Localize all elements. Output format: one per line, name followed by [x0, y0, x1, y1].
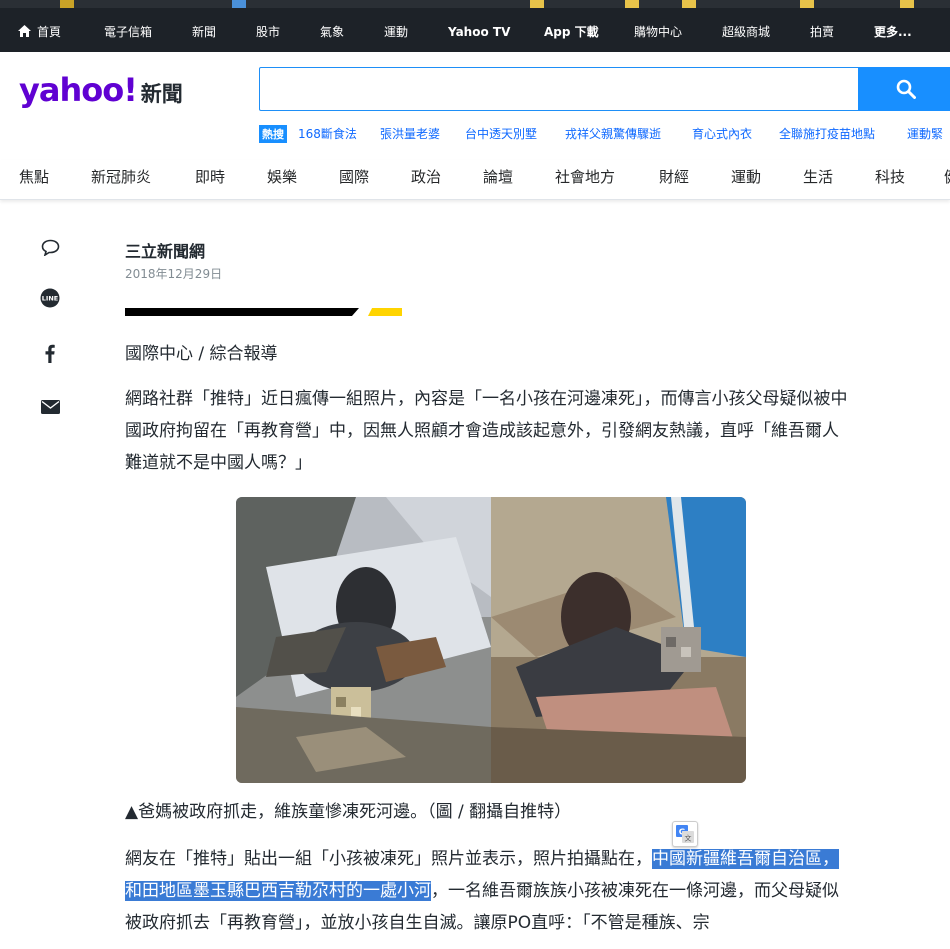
top-navigation-bar: 首頁 電子信箱 新聞 股市 氣象 運動 Yahoo TV App 下載 購物中心… [0, 0, 950, 52]
category-tab[interactable]: 新冠肺炎 [91, 166, 151, 188]
topnav-mall[interactable]: 超級商城 [722, 20, 770, 44]
facebook-icon [45, 344, 55, 363]
category-tab[interactable]: 社會地方 [555, 166, 615, 188]
logo-section: 新聞 [140, 82, 183, 106]
bookmark-icon[interactable] [800, 0, 814, 8]
category-tab[interactable]: 焦點 [19, 166, 49, 188]
bookmark-strip [0, 0, 950, 8]
topnav-auction[interactable]: 拍賣 [810, 20, 834, 44]
yahoo-news-logo[interactable]: yahoo! 新聞 [19, 71, 183, 111]
trending-link[interactable]: 全聯施打疫苗地點 [779, 124, 875, 144]
trending-link[interactable]: 育心式內衣 [692, 124, 752, 144]
category-navigation: 焦點 新冠肺炎 即時 娛樂 國際 政治 論壇 社會地方 財經 運動 生活 科技 … [0, 160, 950, 200]
category-tab[interactable]: 運動 [731, 166, 761, 188]
svg-text:LINE: LINE [42, 295, 58, 303]
article-paragraph: 網路社群「推特」近日瘋傳一組照片，內容是「一名小孩在河邊凍死」，而傳言小孩父母疑… [125, 389, 848, 473]
bookmark-icon[interactable] [682, 0, 696, 8]
topnav-mail[interactable]: 電子信箱 [104, 20, 152, 44]
category-tab[interactable]: 國際 [339, 166, 369, 188]
bookmark-icon[interactable] [625, 0, 639, 8]
article-photo[interactable] [236, 497, 746, 783]
topnav-more[interactable]: 更多... [874, 20, 912, 44]
photo-caption: ▲爸媽被政府抓走，維族童慘凍死河邊。（圖 / 翻攝自推特） [125, 802, 572, 822]
comment-icon [41, 239, 59, 256]
trending-badge: 熱搜 [259, 125, 287, 143]
article-paragraph: 網友在「推特」貼出一組「小孩被凍死」照片並表示，照片拍攝點在，中國新疆維吾爾自治… [125, 843, 850, 939]
divider-accent [368, 308, 402, 316]
trending-searches: 熱搜 168斷食法 張洪量老婆 台中透天別墅 戎祥父親驚傳驟逝 育心式內衣 全聯… [259, 124, 950, 144]
search-input[interactable] [259, 67, 859, 111]
search-icon [896, 79, 916, 99]
category-tab[interactable]: 生活 [803, 166, 833, 188]
mail-icon [40, 400, 60, 414]
category-tab[interactable]: 科技 [875, 166, 905, 188]
category-tab[interactable]: 健 [944, 166, 950, 188]
photo-image [236, 497, 746, 783]
trending-link[interactable]: 台中透天別墅 [465, 124, 537, 144]
mail-share-button[interactable] [40, 397, 60, 417]
home-icon [18, 25, 31, 37]
divider-rule [125, 308, 359, 316]
line-share-button[interactable]: LINE [40, 288, 60, 308]
topnav-news[interactable]: 新聞 [192, 20, 216, 44]
category-tab[interactable]: 論壇 [483, 166, 513, 188]
trending-link[interactable]: 運動緊 [907, 124, 943, 144]
bookmark-icon[interactable] [530, 0, 544, 8]
topnav-shopping[interactable]: 購物中心 [634, 20, 682, 44]
bookmark-icon[interactable] [900, 0, 914, 8]
article-byline: 國際中心 / 綜合報導 [125, 344, 278, 364]
trending-link[interactable]: 戎祥父親驚傳驟逝 [565, 124, 661, 144]
category-tab[interactable]: 娛樂 [267, 166, 297, 188]
line-icon: LINE [40, 288, 60, 308]
facebook-share-button[interactable] [40, 343, 60, 363]
bookmark-icon[interactable] [232, 0, 246, 8]
trending-link[interactable]: 168斷食法 [298, 124, 357, 144]
selected-text[interactable]: 中國新疆維吾爾自治 [652, 849, 805, 869]
bookmark-icon[interactable] [60, 0, 74, 8]
category-tab[interactable]: 政治 [411, 166, 441, 188]
topnav-yahoo-tv[interactable]: Yahoo TV [448, 20, 510, 44]
search-button[interactable] [858, 67, 950, 111]
category-tab[interactable]: 財經 [659, 166, 689, 188]
topnav-sports[interactable]: 運動 [384, 20, 408, 44]
topnav-stocks[interactable]: 股市 [256, 20, 280, 44]
translate-icon: G文 [676, 825, 694, 843]
topnav-home[interactable]: 首頁 [18, 20, 61, 44]
trending-link[interactable]: 張洪量老婆 [380, 124, 440, 144]
topnav-app-download[interactable]: App 下載 [544, 20, 599, 44]
category-tab[interactable]: 即時 [195, 166, 225, 188]
svg-text:文: 文 [685, 834, 692, 843]
article-source[interactable]: 三立新聞網 [125, 238, 205, 262]
article-date: 2018年12月29日 [125, 267, 223, 281]
topnav-weather[interactable]: 氣象 [320, 20, 344, 44]
comment-button[interactable] [40, 237, 60, 257]
topnav-home-label: 首頁 [37, 25, 62, 39]
logo-wordmark: yahoo! [19, 71, 138, 109]
paragraph-text: 網友在「推特」貼出一組「小孩被凍死」照片並表示，照片拍攝點在， [125, 849, 652, 869]
